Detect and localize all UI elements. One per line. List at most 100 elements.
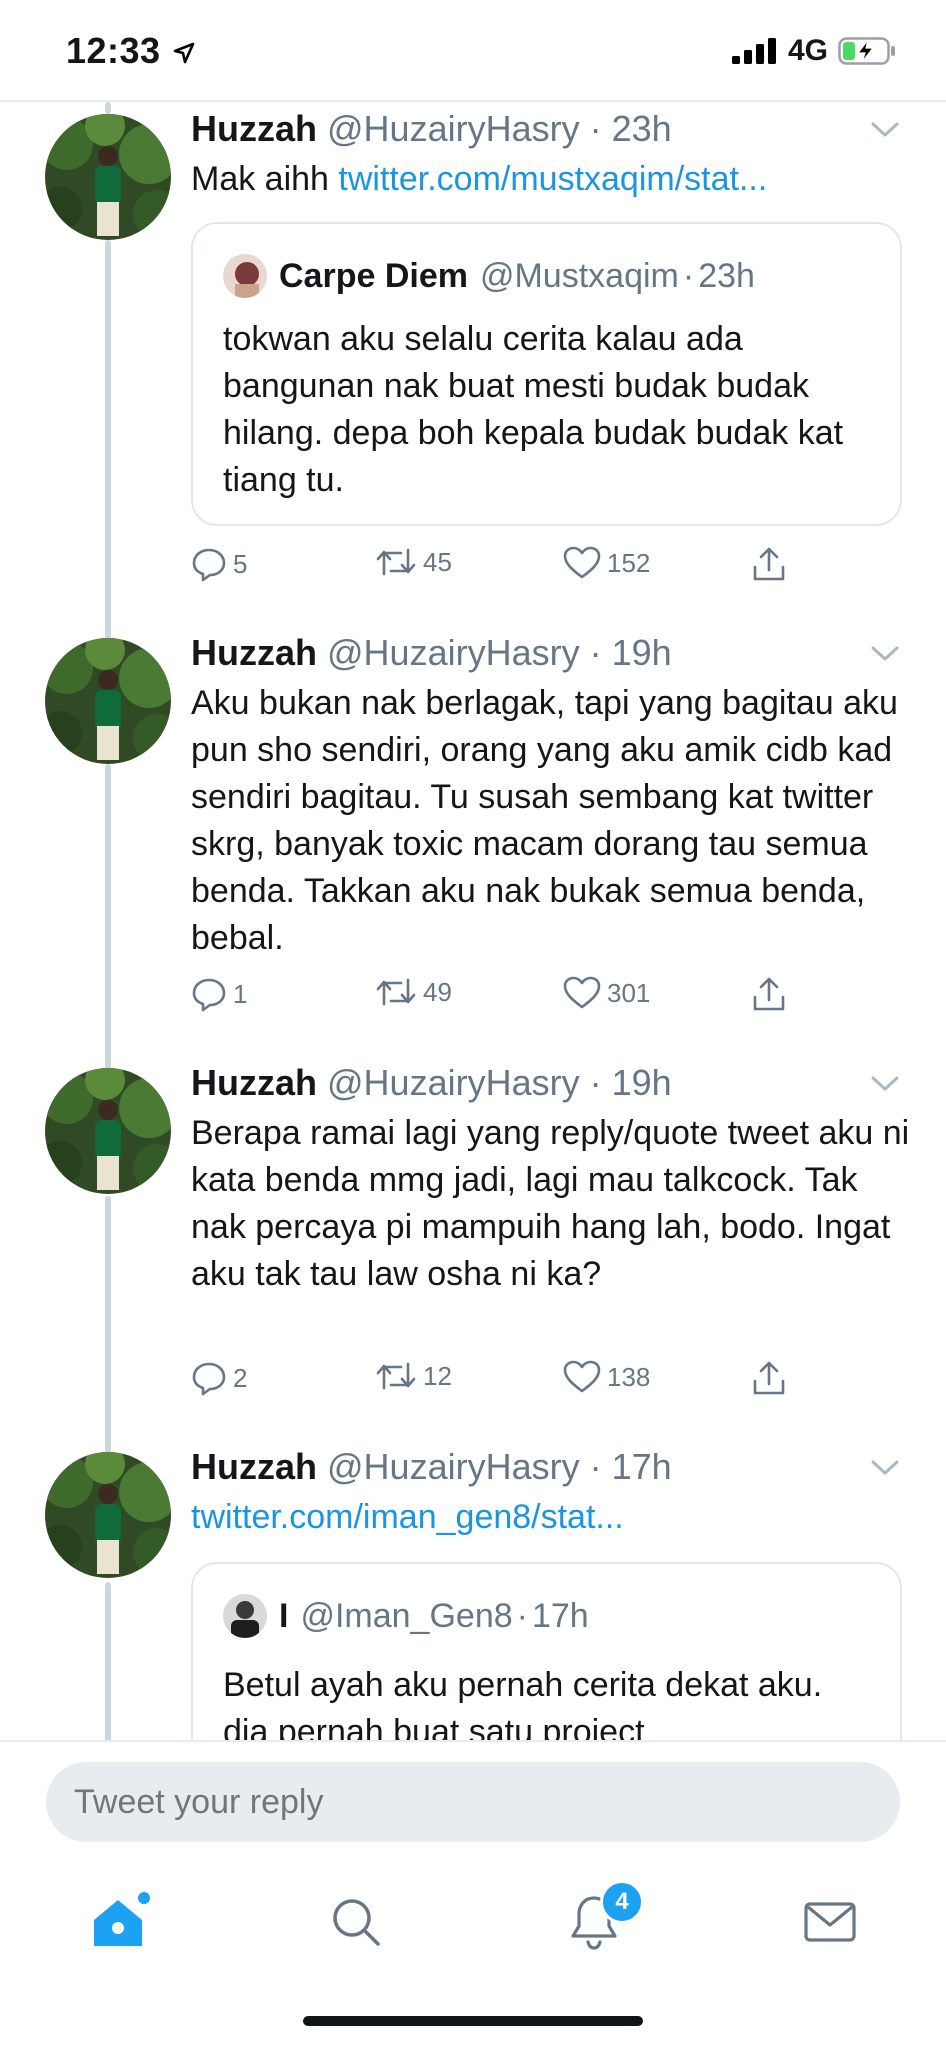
quote-header: Carpe Diem @Mustxaqim · 23h — [223, 254, 755, 298]
retweet-action[interactable]: 45 — [375, 546, 452, 578]
status-indicators: 4G — [731, 34, 896, 68]
avatar-image — [45, 1068, 171, 1194]
timestamp[interactable]: 17h — [612, 1446, 672, 1487]
separator: · — [589, 108, 602, 149]
like-count: 152 — [607, 547, 651, 578]
timestamp[interactable]: 19h — [612, 1062, 672, 1103]
share-action[interactable] — [751, 546, 787, 582]
tweet-actions: 5 45 152 — [191, 546, 791, 586]
separator: · — [589, 632, 602, 673]
display-name[interactable]: Huzzah — [191, 108, 317, 149]
tweet-header: Huzzah @HuzairyHasry · 19h — [191, 632, 672, 674]
reply-input[interactable] — [46, 1762, 900, 1842]
chevron-down-icon[interactable] — [870, 644, 900, 664]
signal-icon — [731, 38, 776, 64]
heart-icon — [563, 976, 601, 1009]
messages-icon — [804, 1902, 856, 1942]
tab-home[interactable] — [78, 1882, 158, 1962]
reply-count: 5 — [233, 548, 248, 579]
tweet-actions: 1 49 301 — [191, 976, 791, 1016]
timestamp[interactable]: 19h — [612, 632, 672, 673]
retweet-count: 45 — [423, 546, 452, 577]
retweet-count: 12 — [423, 1360, 452, 1391]
avatar[interactable] — [45, 1452, 171, 1578]
tab-messages[interactable] — [790, 1882, 870, 1962]
handle[interactable]: @HuzairyHasry — [327, 632, 580, 673]
quote-timestamp: 17h — [531, 1596, 589, 1635]
separator: · — [589, 1062, 602, 1103]
chevron-down-icon[interactable] — [870, 120, 900, 140]
reply-icon — [192, 1362, 226, 1396]
share-icon — [753, 1361, 785, 1395]
quote-text: tokwan aku selalu cerita kalau ada bangu… — [223, 320, 844, 499]
share-action[interactable] — [751, 1360, 787, 1396]
status-bar: 12:33 4G — [0, 0, 946, 100]
tweet-text: Berapa ramai lagi yang reply/quote tweet… — [191, 1114, 910, 1293]
display-name[interactable]: Huzzah — [191, 1446, 317, 1487]
retweet-count: 49 — [423, 976, 452, 1007]
like-action[interactable]: 138 — [563, 1360, 650, 1394]
quote-tweet[interactable]: Carpe Diem @Mustxaqim · 23h tokwan aku s… — [191, 222, 902, 526]
like-action[interactable]: 301 — [563, 976, 650, 1010]
like-count: 301 — [607, 977, 651, 1008]
reply-count: 2 — [233, 1362, 248, 1393]
reply-action[interactable]: 5 — [191, 546, 247, 582]
thread-line — [105, 1582, 111, 1740]
like-action[interactable]: 152 — [563, 546, 650, 580]
avatar[interactable] — [45, 638, 171, 764]
avatar-image — [45, 638, 171, 764]
share-icon — [753, 977, 785, 1011]
tweet-actions: 2 12 138 — [191, 1360, 791, 1400]
tweet-header: Huzzah @HuzairyHasry · 19h — [191, 1062, 672, 1104]
retweet-icon — [376, 548, 416, 576]
retweet-action[interactable]: 49 — [375, 976, 452, 1008]
tweet-thread[interactable]: Huzzah @HuzairyHasry · 23h Mak aihh twit… — [0, 102, 946, 1740]
tweet-link[interactable]: twitter.com/mustxaqim/stat... — [338, 160, 767, 198]
timestamp[interactable]: 23h — [612, 108, 672, 149]
share-action[interactable] — [751, 976, 787, 1012]
reply-icon — [192, 548, 226, 582]
notifications-badge: 4 — [600, 1880, 644, 1924]
heart-icon — [563, 546, 601, 579]
share-icon — [753, 547, 785, 581]
separator: · — [682, 256, 695, 295]
tab-search[interactable] — [316, 1882, 396, 1962]
avatar[interactable] — [45, 1068, 171, 1194]
home-icon — [94, 1892, 150, 1946]
battery-icon — [838, 37, 895, 65]
reply-action[interactable]: 1 — [191, 976, 247, 1012]
quote-header: I @Iman_Gen8 · 17h — [223, 1594, 589, 1638]
handle[interactable]: @HuzairyHasry — [327, 108, 580, 149]
like-count: 138 — [607, 1361, 651, 1392]
status-time: 12:33 — [66, 30, 195, 72]
avatar-image — [45, 1452, 171, 1578]
chevron-down-icon[interactable] — [870, 1458, 900, 1478]
heart-icon — [563, 1360, 601, 1393]
chevron-down-icon[interactable] — [870, 1074, 900, 1094]
tweet-text: twitter.com/iman_gen8/stat... — [191, 1494, 911, 1541]
tweet-link[interactable]: twitter.com/iman_gen8/stat... — [191, 1498, 624, 1536]
quote-tweet[interactable]: I @Iman_Gen8 · 17h Betul ayah aku pernah… — [191, 1562, 902, 1740]
reply-count: 1 — [233, 978, 248, 1009]
network-type: 4G — [787, 34, 828, 67]
quote-handle: @Mustxaqim — [479, 256, 679, 295]
display-name[interactable]: Huzzah — [191, 1062, 317, 1103]
handle[interactable]: @HuzairyHasry — [327, 1062, 580, 1103]
reply-action[interactable]: 2 — [191, 1360, 247, 1396]
separator: · — [516, 1596, 528, 1635]
quote-avatar — [223, 254, 267, 298]
tweet-text: Mak aihh twitter.com/mustxaqim/stat... — [191, 156, 911, 203]
retweet-action[interactable]: 12 — [375, 1360, 452, 1392]
display-name[interactable]: Huzzah — [191, 632, 317, 673]
avatar-image — [45, 114, 171, 240]
retweet-icon — [376, 1362, 416, 1390]
tweet-body: Mak aihh — [191, 160, 339, 198]
tweet-header: Huzzah @HuzairyHasry · 17h — [191, 1446, 672, 1488]
quote-text: Betul ayah aku pernah cerita dekat aku. … — [223, 1666, 823, 1740]
location-arrow-icon — [173, 43, 195, 64]
tab-bar: 4 — [0, 1860, 946, 2048]
avatar[interactable] — [45, 114, 171, 240]
quote-handle: @Iman_Gen8 — [300, 1596, 513, 1635]
reply-composer — [0, 1740, 946, 1862]
handle[interactable]: @HuzairyHasry — [327, 1446, 580, 1487]
